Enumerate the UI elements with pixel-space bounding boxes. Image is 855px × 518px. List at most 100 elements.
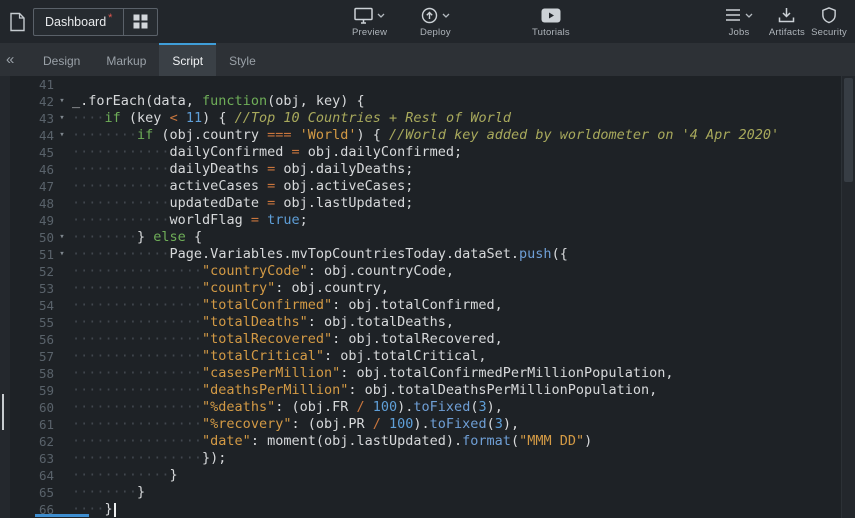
code-token: (obj, key) { <box>267 93 365 109</box>
code-line-45[interactable]: 45············dailyConfirmed = obj.daily… <box>10 144 841 161</box>
page-selector-label-wrap[interactable]: Dashboard* <box>34 9 123 35</box>
chevron-down-icon[interactable] <box>442 13 450 18</box>
line-number: 53 <box>10 280 54 297</box>
code-token: toFixed <box>430 416 487 432</box>
indent-whitespace-dots: ················ <box>72 365 202 381</box>
code-token: toFixed <box>413 399 470 415</box>
left-strip-scroll-handle[interactable] <box>2 394 4 430</box>
code-line-46[interactable]: 46············dailyDeaths = obj.dailyDea… <box>10 161 841 178</box>
code-token: worldFlag <box>170 212 251 228</box>
chevron-down-icon[interactable] <box>745 13 753 18</box>
tab-markup[interactable]: Markup <box>93 43 159 76</box>
pages-grid-button[interactable] <box>124 9 157 35</box>
indent-whitespace-dots: ············ <box>72 195 170 211</box>
code-line-43[interactable]: 43▾····if (key < 11) { //Top 10 Countrie… <box>10 110 841 127</box>
code-token: updatedDate <box>170 195 268 211</box>
indent-whitespace-dots: ········ <box>72 127 137 143</box>
code-text: ················"country": obj.country, <box>70 280 389 297</box>
indent-whitespace-dots: ················ <box>72 314 202 330</box>
code-line-54[interactable]: 54················"totalConfirmed": obj.… <box>10 297 841 314</box>
code-token: obj.dailyConfirmed; <box>300 144 463 160</box>
line-number: 52 <box>10 263 54 280</box>
code-line-47[interactable]: 47············activeCases = obj.activeCa… <box>10 178 841 195</box>
code-token: / <box>356 399 364 415</box>
code-line-56[interactable]: 56················"totalRecovered": obj.… <box>10 331 841 348</box>
indent-whitespace-dots: ············ <box>72 178 170 194</box>
indent-whitespace-dots: ················ <box>72 348 202 364</box>
vertical-scrollbar[interactable] <box>841 76 855 518</box>
indent-whitespace-dots: ················ <box>72 382 202 398</box>
tab-design[interactable]: Design <box>30 43 93 76</box>
fold-toggle-icon[interactable]: ▾ <box>54 246 70 263</box>
indent-whitespace-dots: ········ <box>72 484 137 500</box>
fold-toggle-icon[interactable]: ▾ <box>54 229 70 246</box>
shield-icon <box>821 7 837 24</box>
fold-toggle-icon[interactable]: ▾ <box>54 127 70 144</box>
code-line-51[interactable]: 51▾············Page.Variables.mvTopCount… <box>10 246 841 263</box>
chevron-down-icon[interactable] <box>377 13 385 18</box>
code-token: 3 <box>495 416 503 432</box>
fold-toggle-icon[interactable]: ▾ <box>54 93 70 110</box>
code-line-42[interactable]: 42▾_.forEach(data, function(obj, key) { <box>10 93 841 110</box>
code-text: ············activeCases = obj.activeCase… <box>70 178 413 195</box>
code-line-48[interactable]: 48············updatedDate = obj.lastUpda… <box>10 195 841 212</box>
fold-gutter-spacer <box>54 178 70 195</box>
tab-script[interactable]: Script <box>159 43 216 76</box>
code-line-62[interactable]: 62················"date": moment(obj.las… <box>10 433 841 450</box>
code-line-59[interactable]: 59 ················"deathsPerMillion": ob… <box>10 382 841 399</box>
code-token: : obj.totalDeaths, <box>308 314 454 330</box>
horizontal-scrollbar-thumb[interactable] <box>35 514 89 517</box>
code-token: "totalCritical" <box>202 348 324 364</box>
fold-gutter-spacer <box>54 365 70 382</box>
code-token: } <box>170 467 178 483</box>
line-number: 51 <box>10 246 54 263</box>
code-line-63[interactable]: 63················}); <box>10 450 841 467</box>
code-line-64[interactable]: 64············} <box>10 467 841 484</box>
tab-style[interactable]: Style <box>216 43 269 76</box>
indent-whitespace-dots: ················ <box>72 263 202 279</box>
code-text: _.forEach(data, function(obj, key) { <box>70 93 365 110</box>
code-line-53[interactable]: 53 ················"country": obj.country… <box>10 280 841 297</box>
deploy-button[interactable]: Deploy <box>420 6 451 38</box>
code-token: = <box>291 144 299 160</box>
code-line-65[interactable]: 65········} <box>10 484 841 501</box>
code-text: ············worldFlag = true; <box>70 212 308 229</box>
tutorials-button[interactable]: Tutorials <box>532 6 570 38</box>
code-token: push <box>519 246 552 262</box>
vertical-scrollbar-thumb[interactable] <box>844 78 853 182</box>
line-number: 59 <box>10 382 54 399</box>
code-line-66[interactable]: 66····} <box>10 501 841 518</box>
code-text: ················"deathsPerMillion": obj.… <box>70 382 657 399</box>
line-number: 60 <box>10 399 54 416</box>
security-button[interactable]: Security <box>811 6 847 38</box>
code-token: 'World' <box>300 127 357 143</box>
code-line-55[interactable]: 55················"totalDeaths": obj.tot… <box>10 314 841 331</box>
code-line-52[interactable]: 52················"countryCode": obj.cou… <box>10 263 841 280</box>
code-line-61[interactable]: 61················"%recovery": (obj.PR /… <box>10 416 841 433</box>
code-token: "%recovery" <box>202 416 291 432</box>
code-text: ················"date": moment(obj.lastU… <box>70 433 592 450</box>
page-selector-chip[interactable]: Dashboard* <box>33 8 158 36</box>
line-number: 65 <box>10 484 54 501</box>
code-line-58[interactable]: 58················"casesPerMillion": obj… <box>10 365 841 382</box>
code-text: ················"%recovery": (obj.PR / 1… <box>70 416 519 433</box>
code-line-57[interactable]: 57················"totalCritical": obj.t… <box>10 348 841 365</box>
artifacts-button[interactable]: Artifacts <box>769 6 805 38</box>
code-line-41[interactable]: 41 <box>10 76 841 93</box>
preview-button[interactable]: Preview <box>352 6 387 38</box>
code-line-50[interactable]: 50▾········} else { <box>10 229 841 246</box>
code-text: ················}); <box>70 450 226 467</box>
code-token: = <box>267 195 275 211</box>
collapse-panel-button[interactable]: « <box>0 43 30 76</box>
jobs-button[interactable]: Jobs <box>725 6 753 38</box>
line-number: 41 <box>10 76 54 93</box>
fold-toggle-icon[interactable]: ▾ <box>54 110 70 127</box>
code-line-49[interactable]: 49············worldFlag = true; <box>10 212 841 229</box>
code-text: ················"casesPerMillion": obj.t… <box>70 365 673 382</box>
code-token: format <box>462 433 511 449</box>
code-line-44[interactable]: 44▾········if (obj.country === 'World') … <box>10 127 841 144</box>
code-token: "date" <box>202 433 251 449</box>
code-line-60[interactable]: 60················"%deaths": (obj.FR / 1… <box>10 399 841 416</box>
download-tray-icon <box>778 7 795 23</box>
fold-gutter-spacer <box>54 399 70 416</box>
